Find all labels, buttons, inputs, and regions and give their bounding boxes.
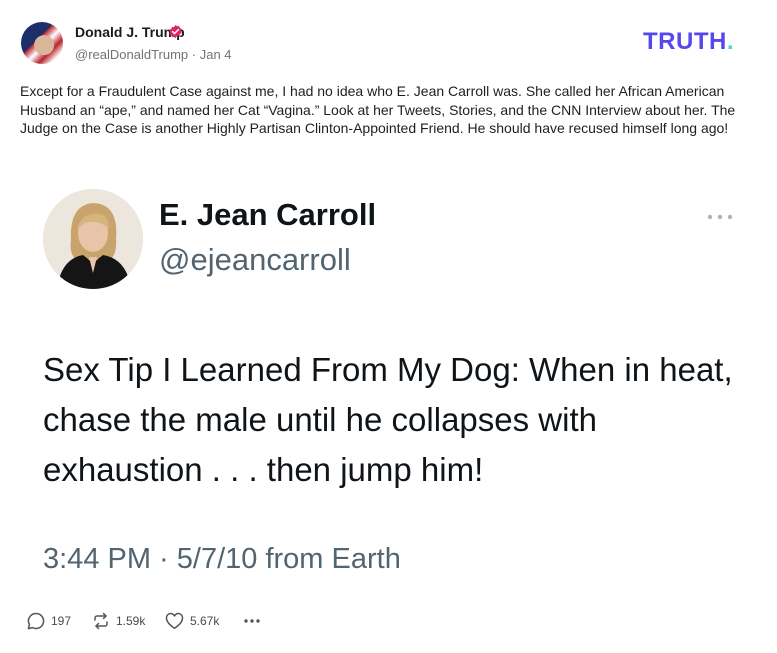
like-count: 5.67k: [190, 614, 220, 628]
heart-icon: [165, 612, 184, 629]
retruth-button[interactable]: 1.59k: [91, 610, 145, 632]
author-handle[interactable]: @realDonaldTrump: [75, 47, 188, 62]
retruth-arrows-icon: [94, 612, 108, 630]
embedded-author-name: E. Jean Carroll: [159, 197, 377, 232]
author-avatar[interactable]: [21, 22, 63, 64]
embedded-tweet-text: Sex Tip I Learned From My Dog: When in h…: [43, 351, 733, 488]
embedded-avatar-portrait: [43, 189, 143, 289]
post-date[interactable]: Jan 4: [200, 47, 232, 62]
meta-separator: ·: [188, 47, 200, 62]
truth-logo[interactable]: TRUTH.: [643, 28, 734, 56]
brand-name: TRUTH: [643, 28, 727, 55]
brand-dot: .: [726, 28, 734, 55]
embedded-more-icon: [707, 214, 733, 220]
verified-badge-icon: [169, 24, 182, 39]
like-button[interactable]: 5.67k: [164, 610, 219, 632]
embedded-timestamp: 3:44 PM · 5/7/10 from Earth: [43, 543, 401, 575]
embedded-avatar: [43, 189, 143, 289]
post-body: Except for a Fraudulent Case against me,…: [20, 83, 736, 136]
author-meta: @realDonaldTrump · Jan 4: [75, 47, 232, 62]
more-options-button[interactable]: [242, 610, 262, 632]
embedded-author-handle: @ejeancarroll: [159, 242, 351, 277]
retruth-count: 1.59k: [116, 614, 146, 628]
reply-button[interactable]: 197: [26, 610, 71, 632]
reply-count: 197: [51, 614, 72, 628]
more-dots-icon: [244, 619, 260, 623]
reply-bubble-icon: [27, 612, 45, 630]
